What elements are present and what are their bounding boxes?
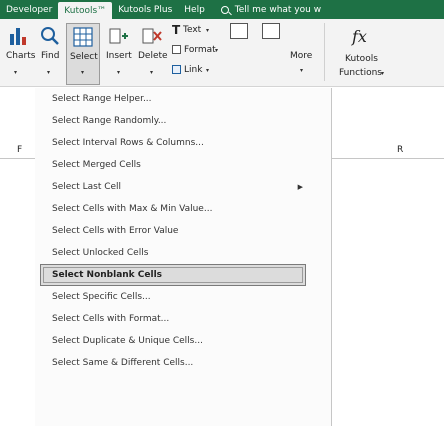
link-chevron-icon: ▾ xyxy=(206,67,210,74)
fx-icon: fx xyxy=(352,27,367,46)
insert-button[interactable]: Insert xyxy=(104,23,134,65)
menu-item-label: Select Same & Different Cells... xyxy=(52,358,194,368)
tell-me-search[interactable]: Tell me what you w xyxy=(215,0,327,19)
submenu-arrow-icon: ▶ xyxy=(297,183,303,191)
charts-chevron-icon: ▾ xyxy=(14,69,18,76)
charts-label: Charts xyxy=(6,51,36,61)
select-label: Select xyxy=(70,52,98,62)
menu-item-select-cells-with-format[interactable]: Select Cells with Format... xyxy=(35,308,332,330)
insert-icon xyxy=(109,28,128,44)
select-button[interactable]: Select ▾ xyxy=(66,23,100,85)
tab-help[interactable]: Help xyxy=(178,0,211,19)
menu-item-select-unlocked-cells[interactable]: Select Unlocked Cells xyxy=(35,242,332,264)
tab-kutools-plus[interactable]: Kutools Plus xyxy=(112,0,178,19)
menu-item-select-cells-error-value[interactable]: Select Cells with Error Value xyxy=(35,220,332,242)
column-header-f[interactable]: F xyxy=(17,145,22,155)
format-icon xyxy=(172,45,181,54)
layout-tools-icon[interactable] xyxy=(262,23,280,39)
charts-icon xyxy=(10,28,26,45)
menu-item-label: Select Cells with Format... xyxy=(52,314,170,324)
ribbon-separator xyxy=(324,23,325,81)
kutools-functions-button[interactable]: fx Kutools Functions ▾ xyxy=(330,23,390,85)
cell-tools-icon[interactable] xyxy=(230,23,248,39)
menu-item-select-cells-max-min[interactable]: Select Cells with Max & Min Value... xyxy=(35,198,332,220)
menu-item-label: Select Duplicate & Unique Cells... xyxy=(52,336,203,346)
charts-button[interactable]: Charts xyxy=(4,23,36,65)
delete-button[interactable]: Delete xyxy=(136,23,168,65)
menu-item-select-merged-cells[interactable]: Select Merged Cells xyxy=(35,154,332,176)
ribbon-tab-bar: Developer Kutools™ Kutools Plus Help Tel… xyxy=(0,0,444,19)
format-label: Format xyxy=(184,45,216,55)
tell-me-label: Tell me what you w xyxy=(234,4,322,15)
delete-chevron-icon: ▾ xyxy=(150,69,154,76)
insert-chevron-icon: ▾ xyxy=(117,69,121,76)
more-button[interactable]: More ▾ xyxy=(286,41,318,81)
find-label: Find xyxy=(41,51,60,61)
insert-label: Insert xyxy=(106,51,132,61)
sheet-gridline-right xyxy=(332,158,444,159)
menu-item-select-range-helper[interactable]: Select Range Helper... xyxy=(35,88,332,110)
text-chevron-icon: ▾ xyxy=(206,27,210,34)
tab-kutools[interactable]: Kutools™ xyxy=(58,2,113,19)
kutools-label: Kutools xyxy=(345,54,378,64)
menu-item-label: Select Interval Rows & Columns... xyxy=(52,138,204,148)
menu-item-label: Select Specific Cells... xyxy=(52,292,151,302)
format-button[interactable]: Format ▾ xyxy=(172,42,220,60)
find-button[interactable]: Find xyxy=(34,23,64,65)
menu-item-select-last-cell[interactable]: Select Last Cell ▶ xyxy=(35,176,332,198)
text-label: Text xyxy=(183,25,202,35)
menu-item-select-specific-cells[interactable]: Select Specific Cells... xyxy=(35,286,332,308)
format-chevron-icon: ▾ xyxy=(215,47,219,54)
find-icon xyxy=(41,27,59,45)
functions-label: Functions xyxy=(339,68,382,78)
menu-item-label: Select Cells with Error Value xyxy=(52,226,179,236)
menu-item-label: Select Last Cell xyxy=(52,182,122,192)
menu-item-select-same-different[interactable]: Select Same & Different Cells... xyxy=(35,352,332,374)
delete-icon xyxy=(142,28,162,44)
search-icon xyxy=(220,5,229,14)
menu-item-select-interval-rows-columns[interactable]: Select Interval Rows & Columns... xyxy=(35,132,332,154)
delete-label: Delete xyxy=(138,51,168,61)
link-icon xyxy=(172,65,181,74)
menu-item-select-duplicate-unique[interactable]: Select Duplicate & Unique Cells... xyxy=(35,330,332,352)
more-chevron-icon: ▾ xyxy=(300,67,304,74)
more-label: More xyxy=(290,51,313,61)
menu-item-select-range-randomly[interactable]: Select Range Randomly... xyxy=(35,110,332,132)
text-button[interactable]: T Text ▾ xyxy=(172,22,220,40)
ribbon-body: Charts ▾ Find ▾ Select ▾ Insert ▾ Delete… xyxy=(0,19,444,87)
select-dropdown-menu: Select Range Helper... Select Range Rand… xyxy=(35,88,332,426)
functions-chevron-icon: ▾ xyxy=(381,70,385,77)
select-chevron-icon: ▾ xyxy=(81,69,85,76)
column-header-r[interactable]: R xyxy=(397,145,403,155)
menu-item-label: Select Cells with Max & Min Value... xyxy=(52,204,213,214)
text-icon: T xyxy=(172,23,181,37)
select-icon xyxy=(73,27,93,47)
tab-developer[interactable]: Developer xyxy=(0,0,58,19)
menu-item-label: Select Range Helper... xyxy=(52,94,152,104)
link-button[interactable]: Link ▾ xyxy=(172,62,220,80)
menu-item-label: Select Range Randomly... xyxy=(52,116,167,126)
menu-item-label: Select Merged Cells xyxy=(52,160,141,170)
menu-item-label: Select Unlocked Cells xyxy=(52,248,149,258)
find-chevron-icon: ▾ xyxy=(47,69,51,76)
link-label: Link xyxy=(184,65,203,75)
menu-item-label: Select Nonblank Cells xyxy=(52,270,163,280)
menu-item-select-nonblank-cells[interactable]: Select Nonblank Cells xyxy=(40,264,306,286)
sheet-gridline-left xyxy=(0,158,35,159)
